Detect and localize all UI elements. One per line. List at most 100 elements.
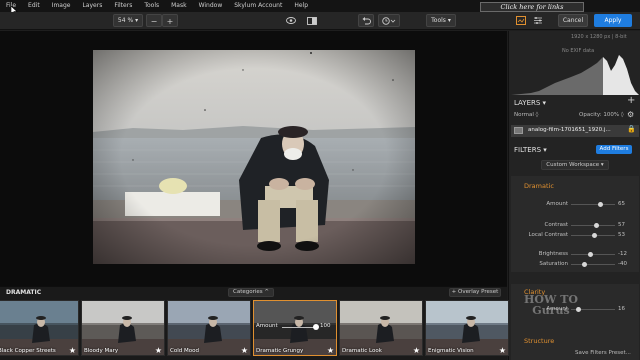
workspace-value: Custom Workspace xyxy=(546,162,600,168)
right-panel: 1920 x 1280 px | 8-bit No EXIF data LAYE… xyxy=(508,31,640,360)
favorite-star-icon[interactable]: ★ xyxy=(155,346,162,355)
layers-header[interactable]: LAYERS ▾ xyxy=(509,97,640,109)
zoom-in-button[interactable]: + xyxy=(162,14,178,27)
menu-edit[interactable]: Edit xyxy=(22,0,46,12)
preset-name: Bloody Mary xyxy=(84,348,119,354)
cancel-button[interactable]: Cancel xyxy=(558,14,588,27)
slider-knob[interactable] xyxy=(594,223,600,228)
menu-layers[interactable]: Layers xyxy=(76,0,108,12)
slider-label: Amount xyxy=(546,201,568,207)
layers-panel-icon[interactable] xyxy=(513,14,529,27)
zoom-out-button[interactable]: − xyxy=(146,14,162,27)
tools-dropdown[interactable]: Tools ▾ xyxy=(426,14,456,27)
histogram xyxy=(511,55,639,95)
slider-value: 65 xyxy=(618,201,625,207)
history-icon[interactable] xyxy=(378,14,400,27)
preset-name: Cold Mood xyxy=(170,348,199,354)
preset-amount-knob[interactable] xyxy=(313,324,319,330)
menu-skylum-account[interactable]: Skylum Account xyxy=(228,0,288,12)
dramatic-slider-amount[interactable]: Amount 65 xyxy=(509,200,640,209)
slider-knob[interactable] xyxy=(592,233,598,238)
preset-amount-value: 100 xyxy=(320,323,331,329)
slider-label: Contrast xyxy=(544,222,568,228)
favorite-star-icon[interactable]: ★ xyxy=(241,346,248,355)
tools-label: Tools xyxy=(431,17,446,24)
layer-row[interactable]: analog-film-1701651_1920.j... 🔒 xyxy=(511,125,639,137)
image-size-info: 1920 x 1280 px | 8-bit xyxy=(571,34,627,40)
preset-amount-track[interactable] xyxy=(282,327,316,328)
layer-lock-icon: 🔒 xyxy=(627,125,636,133)
slider-knob[interactable] xyxy=(582,262,588,267)
preset-name: Enigmatic Vision xyxy=(428,348,474,354)
preset-thumbnail[interactable]: Black Copper Streets ★ xyxy=(0,300,79,356)
slider-value: 57 xyxy=(618,222,625,228)
menu-mask[interactable]: Mask xyxy=(165,0,192,12)
dramatic-slider-saturation[interactable]: Saturation -40 xyxy=(509,260,640,269)
presets-strip: Black Copper Streets ★ Bloody Mary ★ Cold Mo… xyxy=(0,298,509,360)
preset-name: Black Copper Streets xyxy=(0,348,56,354)
filters-title: FILTERS xyxy=(514,146,542,154)
layer-name: analog-film-1701651_1920.j... xyxy=(528,127,611,133)
slider-label: Brightness xyxy=(538,251,568,257)
menu-filters[interactable]: Filters xyxy=(108,0,138,12)
menu-help[interactable]: Help xyxy=(288,0,314,12)
links-banner[interactable]: Click here for links xyxy=(480,2,584,12)
slider-track[interactable] xyxy=(571,233,615,238)
preset-name: Dramatic Look xyxy=(342,348,382,354)
blend-mode-select[interactable]: Normal ◊ xyxy=(514,112,538,118)
dramatic-title: Dramatic xyxy=(524,182,554,190)
slider-value: 16 xyxy=(618,306,625,312)
add-layer-icon[interactable]: + xyxy=(627,95,635,106)
preset-thumbnail[interactable]: Dramatic Look ★ xyxy=(339,300,423,356)
favorite-star-icon[interactable]: ★ xyxy=(413,346,420,355)
dramatic-slider-local-contrast[interactable]: Local Contrast 53 xyxy=(509,231,640,240)
dramatic-slider-brightness[interactable]: Brightness -12 xyxy=(509,250,640,259)
presets-header: DRAMATIC Categories ^ + Overlay Preset xyxy=(0,286,507,298)
selected-preset-amount[interactable]: Amount 100 xyxy=(256,322,332,332)
howto-gurus-watermark: HOW TO Gurus xyxy=(524,293,578,317)
preset-thumbnail[interactable]: Bloody Mary ★ xyxy=(81,300,165,356)
slider-label: Local Contrast xyxy=(528,232,568,238)
menu-image[interactable]: Image xyxy=(46,0,77,12)
preview-eye-icon[interactable] xyxy=(283,14,299,27)
slider-knob[interactable] xyxy=(588,252,594,257)
blend-mode-value: Normal xyxy=(514,112,534,118)
preset-thumbnail[interactable]: Enigmatic Vision ★ xyxy=(425,300,509,356)
image-canvas[interactable] xyxy=(0,31,507,286)
compare-icon[interactable] xyxy=(304,14,320,27)
favorite-star-icon[interactable]: ★ xyxy=(499,346,506,355)
slider-track[interactable] xyxy=(571,202,615,207)
slider-knob[interactable] xyxy=(597,202,603,207)
zoom-value: 54 % xyxy=(117,17,134,24)
add-filters-button[interactable]: Add Filters xyxy=(596,145,632,154)
preset-name: Dramatic Grungy xyxy=(256,348,304,354)
slider-track[interactable] xyxy=(571,252,615,257)
categories-label: Categories xyxy=(232,289,263,295)
overlay-preset-button[interactable]: + Overlay Preset xyxy=(449,288,501,297)
undo-icon[interactable] xyxy=(358,14,374,27)
structure-title: Structure xyxy=(524,337,555,345)
zoom-select[interactable]: 54 % ▾ xyxy=(113,14,143,27)
menu-tools[interactable]: Tools xyxy=(138,0,165,12)
photo-old-man-on-pier xyxy=(93,50,415,264)
workspace-select[interactable]: Custom Workspace ▾ xyxy=(541,160,609,170)
slider-value: -40 xyxy=(618,261,627,267)
slider-track[interactable] xyxy=(571,223,615,228)
preset-thumbnail[interactable]: Cold Mood ★ xyxy=(167,300,251,356)
layer-settings-gear-icon[interactable]: ⚙ xyxy=(627,110,634,119)
favorite-star-icon[interactable]: ★ xyxy=(327,346,334,355)
slider-track[interactable] xyxy=(571,262,615,267)
dramatic-slider-contrast[interactable]: Contrast 57 xyxy=(509,221,640,230)
toolbar: 54 % ▾ − + Tools ▾ Cancel Apply xyxy=(0,12,640,30)
categories-dropdown[interactable]: Categories ^ xyxy=(228,288,274,297)
opacity-control[interactable]: Opacity: 100% ◊ xyxy=(579,112,624,118)
favorite-star-icon[interactable]: ★ xyxy=(69,346,76,355)
adjustments-icon[interactable] xyxy=(530,14,546,27)
save-filters-preset-button[interactable]: Save Filters Preset... xyxy=(575,350,631,356)
slider-value: -12 xyxy=(618,251,627,257)
opacity-value: Opacity: 100% xyxy=(579,112,620,118)
preset-amount-label: Amount xyxy=(256,323,278,329)
slider-label: Saturation xyxy=(539,261,568,267)
menu-window[interactable]: Window xyxy=(193,0,229,12)
apply-button[interactable]: Apply xyxy=(594,14,632,27)
